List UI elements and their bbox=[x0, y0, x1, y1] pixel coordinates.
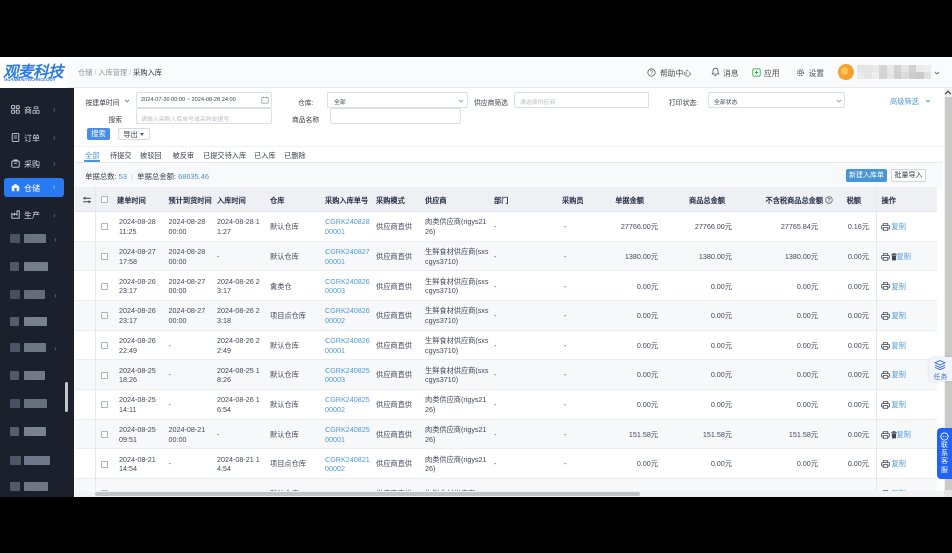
svg-text:?: ? bbox=[827, 198, 830, 204]
